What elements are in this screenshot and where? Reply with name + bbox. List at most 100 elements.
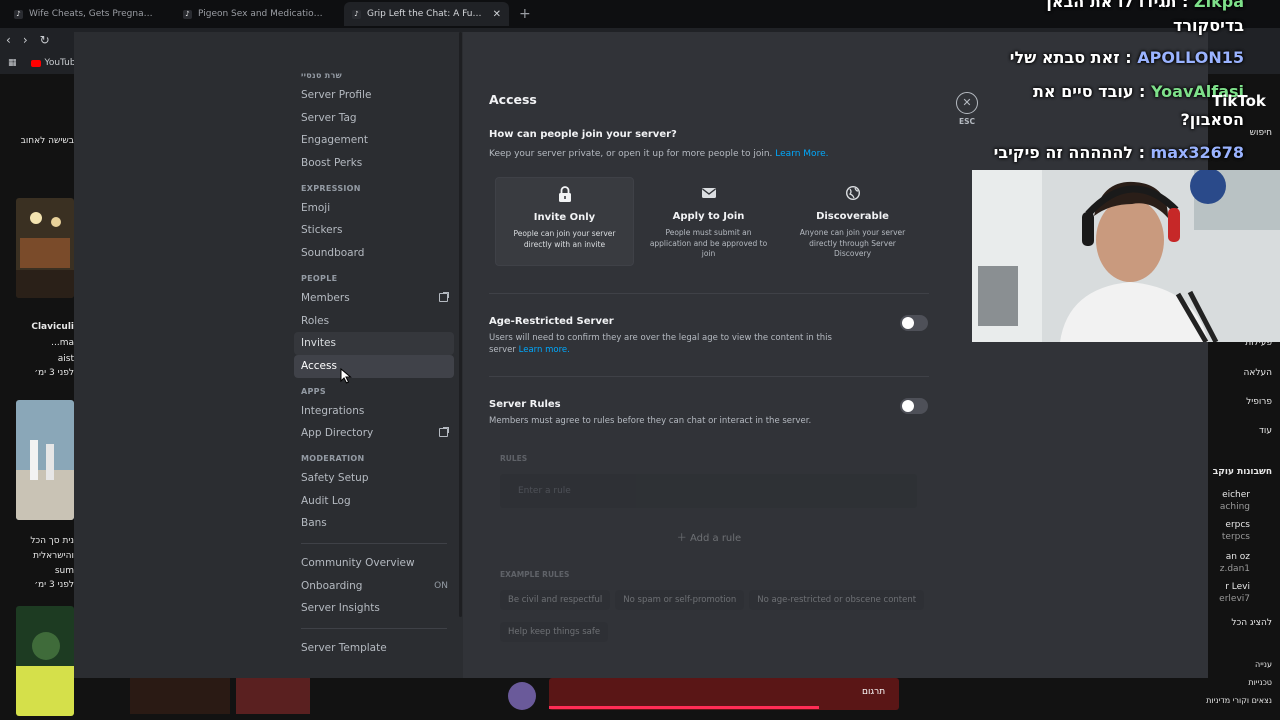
nav-app-directory[interactable]: App Directory — [294, 422, 454, 445]
nav-integrations[interactable]: Integrations — [294, 400, 454, 423]
section-header: EXPRESSION — [301, 183, 361, 193]
forward-icon[interactable]: › — [23, 33, 28, 47]
sidebar-scrollbar[interactable] — [459, 32, 462, 617]
section-header: APPS — [301, 386, 326, 396]
nav-server-insights[interactable]: Server Insights — [294, 597, 454, 620]
chat-user: max32678 — [1150, 143, 1244, 162]
browser-tab-active[interactable]: ♪ Grip Left the Chat: A Fun Vietnam ✕ — [344, 2, 509, 26]
lock-icon — [558, 186, 571, 202]
caption: Claviculi — [31, 322, 74, 332]
avatar[interactable] — [506, 680, 538, 712]
close-icon[interactable]: ✕ — [956, 92, 978, 114]
nav-roles[interactable]: Roles — [294, 310, 454, 333]
age-restricted-desc: Users will need to confirm they are over… — [489, 332, 861, 356]
add-rule-button[interactable]: ＋ Add a rule — [489, 529, 929, 544]
account-name[interactable]: eicher — [1222, 490, 1250, 500]
settings-nav: שרת סנסיי Server Profile Server Tag Enga… — [294, 68, 454, 660]
section-header: MODERATION — [301, 453, 365, 463]
nav-engagement[interactable]: Engagement — [294, 129, 454, 152]
access-settings: Access How can people join your server? … — [489, 32, 929, 678]
browser-tab[interactable]: ♪ Wife Cheats, Gets Pregnant, Expects — [6, 2, 171, 26]
nav-community-overview[interactable]: Community Overview — [294, 552, 454, 575]
nav-label: App Directory — [301, 427, 374, 440]
chat-text: עובד סיים את — [1033, 82, 1134, 101]
example-rule-chip[interactable]: Be civil and respectful — [500, 590, 611, 610]
nav-bans[interactable]: Bans — [294, 512, 454, 535]
nav-server-tag[interactable]: Server Tag — [294, 107, 454, 130]
chat-message: בדיסקורד — [1173, 16, 1244, 35]
option-label: Invite Only — [533, 212, 596, 223]
example-rules: Be civil and respectful No spam or self-p… — [500, 587, 930, 651]
back-icon[interactable]: ‹ — [6, 33, 11, 47]
footer-link[interactable]: ענייה — [1255, 660, 1272, 669]
join-desc-text: Keep your server private, or open it up … — [489, 149, 773, 159]
apps-grid-icon[interactable]: ▦ — [8, 58, 17, 68]
video-thumbnail[interactable] — [130, 678, 310, 720]
video-thumbnail[interactable] — [16, 198, 74, 298]
server-rules-toggle[interactable] — [900, 398, 928, 414]
reload-icon[interactable]: ↻ — [40, 33, 50, 47]
chat-user: Zikpa — [1194, 0, 1244, 11]
nav-server-profile[interactable]: Server Profile — [294, 84, 454, 107]
nav-safety-setup[interactable]: Safety Setup — [294, 467, 454, 490]
new-tab-button[interactable]: + — [513, 6, 537, 22]
nav-profile[interactable]: פרופיל — [1246, 397, 1272, 407]
page-title: Access — [489, 92, 537, 107]
nav-more[interactable]: עוד — [1259, 426, 1272, 436]
nav-stickers[interactable]: Stickers — [294, 219, 454, 242]
nav-boost-perks[interactable]: Boost Perks — [294, 152, 454, 175]
youtube-icon — [30, 59, 41, 67]
age-restricted-title: Age-Restricted Server — [489, 316, 614, 327]
nav-emoji[interactable]: Emoji — [294, 197, 454, 220]
footer-link[interactable]: נצאים וקורי מדיניות — [1206, 696, 1272, 705]
following-heading: חשבונות עוקב — [1212, 467, 1272, 477]
account-handle: z.dan1 — [1219, 564, 1250, 574]
age-restricted-toggle[interactable] — [900, 315, 928, 331]
live-preview[interactable] — [549, 678, 899, 712]
learn-more-link[interactable]: Learn More. — [775, 149, 828, 159]
nav-upload[interactable]: העלאה — [1243, 368, 1272, 378]
nav-members[interactable]: Members — [294, 287, 454, 310]
option-desc: People can join your server directly wit… — [513, 229, 616, 249]
settings-sidebar: שרת סנסיי Server Profile Server Tag Enga… — [74, 32, 463, 678]
example-rule-chip[interactable]: No spam or self-promotion — [615, 590, 745, 610]
example-rule-chip[interactable]: No age-restricted or obscene content — [749, 590, 925, 610]
video-thumbnail[interactable] — [16, 400, 74, 520]
see-all-link[interactable]: להציג הכל — [1231, 618, 1272, 628]
account-name[interactable]: an oz — [1226, 552, 1250, 562]
account-handle: aching — [1219, 502, 1250, 512]
option-invite-only[interactable]: Invite Only People can join your server … — [495, 177, 634, 266]
account-name[interactable]: erpcs — [1225, 520, 1250, 530]
rule-input[interactable]: Enter a rule — [500, 474, 917, 508]
nav-server-template[interactable]: Server Template — [294, 637, 454, 660]
plus-icon: ＋ — [676, 533, 690, 544]
divider — [301, 628, 447, 630]
screen: ♪ Wife Cheats, Gets Pregnant, Expects ♪ Pi… — [0, 0, 1280, 720]
chat-text: בדיסקורד — [1172, 16, 1244, 35]
nav-soundboard[interactable]: Soundboard — [294, 242, 454, 265]
nav-access[interactable]: Access — [294, 354, 454, 378]
video-thumbnail[interactable] — [16, 606, 74, 716]
tiktok-favicon-icon: ♪ — [183, 9, 192, 19]
example-rule-chip[interactable]: Help keep things safe — [500, 622, 609, 642]
nav-onboarding[interactable]: Onboarding ON — [294, 575, 454, 598]
age-learn-more-link[interactable]: Learn more. — [519, 345, 570, 355]
tab-title: Grip Left the Chat: A Fun Vietnam — [367, 9, 487, 19]
close-settings[interactable]: ✕ ESC — [955, 92, 979, 126]
browser-tab[interactable]: ♪ Pigeon Sex and Medication Woes | T — [175, 2, 340, 26]
option-discoverable[interactable]: Discoverable Anyone can join your server… — [783, 177, 922, 266]
divider — [489, 293, 929, 294]
tab-close-icon[interactable]: ✕ — [493, 9, 501, 20]
translate-label[interactable]: תרגום — [862, 687, 885, 697]
nav-audit-log[interactable]: Audit Log — [294, 490, 454, 513]
example-rules-label: EXAMPLE RULES — [500, 570, 570, 579]
join-question: How can people join your server? — [489, 129, 677, 140]
caption: בשישה לאחוב — [20, 136, 74, 146]
caption: aist — [57, 354, 74, 364]
account-name[interactable]: r Levi — [1225, 582, 1250, 592]
account-handle: erlevi7 — [1219, 594, 1250, 604]
nav-invites[interactable]: Invites — [294, 332, 454, 355]
caption: נית סך הכל — [30, 536, 74, 546]
footer-link[interactable]: טכנייות — [1248, 678, 1272, 687]
option-apply-to-join[interactable]: Apply to Join People must submit an appl… — [639, 177, 778, 266]
